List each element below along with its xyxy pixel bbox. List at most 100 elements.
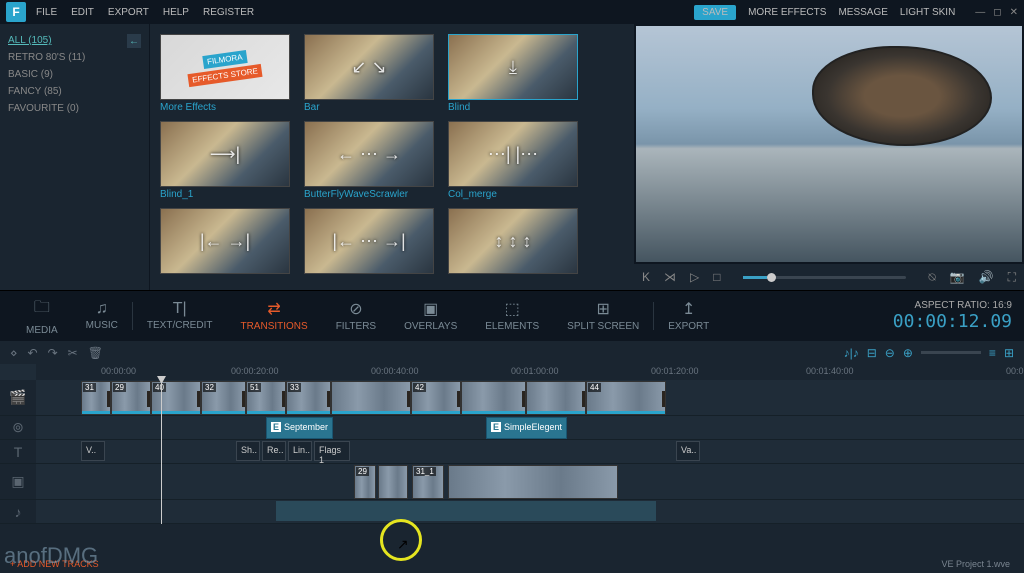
minimize-icon[interactable]: — bbox=[975, 7, 985, 18]
light-skin-link[interactable]: LIGHT SKIN bbox=[900, 7, 955, 18]
transition-thumb[interactable]: ⋯| |⋯Col_merge bbox=[448, 121, 578, 200]
tab-transitions[interactable]: ⇄TRANSITIONS bbox=[226, 299, 321, 332]
video-clip[interactable] bbox=[526, 381, 586, 415]
text-track-icon[interactable]: T bbox=[0, 440, 36, 463]
overlay-clip[interactable] bbox=[448, 465, 618, 499]
transitions-panel: FILMORAEFFECTS STOREMore Effects↙ ↘Bar⤓B… bbox=[150, 24, 634, 290]
zoom-in-icon[interactable]: ⊕ bbox=[903, 346, 913, 360]
overlay-clip[interactable] bbox=[378, 465, 408, 499]
text-clip[interactable]: Va.. bbox=[676, 441, 700, 461]
tab-media[interactable]: 🗀MEDIA bbox=[12, 296, 72, 336]
category-item[interactable]: FANCY (85) bbox=[8, 83, 141, 100]
tab-splitscreen[interactable]: ⊞SPLIT SCREEN bbox=[553, 299, 653, 332]
snapshot-icon[interactable]: 📷 bbox=[950, 270, 965, 284]
project-name: VE Project 1.wve bbox=[941, 559, 1010, 569]
grid-view-icon[interactable]: ⊞ bbox=[1004, 346, 1014, 360]
sidebar-back-icon[interactable]: ← bbox=[127, 34, 141, 48]
volume-icon[interactable]: 🔊 bbox=[979, 270, 994, 284]
audio-clip[interactable] bbox=[276, 501, 656, 521]
video-clip[interactable] bbox=[461, 381, 526, 415]
mic-icon[interactable]: ⍉ bbox=[928, 270, 935, 285]
ruler-tick: 00:00:00 bbox=[101, 366, 136, 376]
ruler-tick: 00:01:00:00 bbox=[511, 366, 559, 376]
video-clip[interactable] bbox=[331, 381, 411, 415]
text-clip[interactable]: Sh.. bbox=[236, 441, 260, 461]
transition-thumb[interactable]: ← ⋯ →ButterFlyWaveScrawler bbox=[304, 121, 434, 200]
transition-thumb[interactable]: ↙ ↘Bar bbox=[304, 34, 434, 113]
stop-icon[interactable]: □ bbox=[713, 270, 720, 284]
tab-elements[interactable]: ⬚ELEMENTS bbox=[471, 299, 553, 332]
cut-icon[interactable]: ✂ bbox=[68, 346, 78, 360]
overlay-clip[interactable]: 29 bbox=[354, 465, 376, 499]
more-effects-link[interactable]: MORE EFFECTS bbox=[748, 7, 826, 18]
category-item[interactable]: BASIC (9) bbox=[8, 66, 141, 83]
video-clip[interactable]: 32 bbox=[201, 381, 246, 415]
skip-start-icon[interactable]: K bbox=[642, 270, 650, 284]
tab-filters[interactable]: ⊘FILTERS bbox=[322, 299, 390, 332]
ruler-tick: 00:00:40:00 bbox=[371, 366, 419, 376]
message-link[interactable]: MESSAGE bbox=[838, 7, 887, 18]
undo-icon[interactable]: ↶ bbox=[28, 346, 38, 360]
zoom-box-icon[interactable]: ⊟ bbox=[867, 346, 877, 360]
maximize-icon[interactable]: ◻ bbox=[993, 7, 1001, 18]
text-clip[interactable]: Flags 1 bbox=[314, 441, 350, 461]
video-clip[interactable]: 33 bbox=[286, 381, 331, 415]
category-sidebar: ← ALL (105)RETRO 80'S (11)BASIC (9)FANCY… bbox=[0, 24, 150, 290]
playhead[interactable] bbox=[161, 380, 162, 524]
cursor-highlight bbox=[380, 519, 422, 561]
app-logo: F bbox=[6, 2, 26, 22]
audio-track-icon[interactable]: ♪ bbox=[0, 500, 36, 523]
tab-textcredit[interactable]: T|TEXT/CREDIT bbox=[133, 300, 227, 331]
audio-tool-icon[interactable]: ♪|♪ bbox=[844, 346, 859, 360]
overlay-clip[interactable]: 31_1 bbox=[412, 465, 444, 499]
main-menu: FILE EDIT EXPORT HELP REGISTER bbox=[36, 7, 694, 18]
tab-export[interactable]: ↥EXPORT bbox=[654, 299, 723, 332]
video-clip[interactable]: 29 bbox=[111, 381, 151, 415]
video-clip[interactable]: 42 bbox=[411, 381, 461, 415]
fullscreen-icon[interactable]: ⛶ bbox=[1008, 270, 1016, 285]
link-tool-icon[interactable]: ⋄ bbox=[10, 346, 18, 360]
save-button[interactable]: SAVE bbox=[694, 5, 736, 20]
text-clip[interactable]: Re.. bbox=[262, 441, 286, 461]
menu-edit[interactable]: EDIT bbox=[71, 7, 94, 18]
tab-music[interactable]: ♫MUSIC bbox=[72, 300, 132, 331]
zoom-slider[interactable] bbox=[921, 351, 981, 354]
zoom-out-icon[interactable]: ⊖ bbox=[885, 346, 895, 360]
transition-thumb[interactable]: ⟶|Blind_1 bbox=[160, 121, 290, 200]
list-view-icon[interactable]: ≡ bbox=[989, 346, 996, 360]
video-track-icon[interactable]: 🎬 bbox=[0, 380, 36, 415]
effects-track-icon[interactable]: ⊚ bbox=[0, 416, 36, 439]
prev-frame-icon[interactable]: ⋊ bbox=[664, 270, 676, 284]
menu-export[interactable]: EXPORT bbox=[108, 7, 149, 18]
transition-thumb[interactable]: ↕ ↕ ↕ bbox=[448, 208, 578, 276]
text-clip[interactable]: V.. bbox=[81, 441, 105, 461]
menu-register[interactable]: REGISTER bbox=[203, 7, 254, 18]
delete-icon[interactable]: 🗑 bbox=[88, 346, 103, 360]
video-clip[interactable]: 51 bbox=[246, 381, 286, 415]
play-icon[interactable]: ▷ bbox=[690, 270, 699, 284]
transition-thumb[interactable]: |← ⋯ →| bbox=[304, 208, 434, 276]
transition-thumb[interactable]: FILMORAEFFECTS STOREMore Effects bbox=[160, 34, 290, 113]
redo-icon[interactable]: ↷ bbox=[48, 346, 58, 360]
timeline-toolbar: ⋄ ↶ ↷ ✂ 🗑 ♪|♪ ⊟ ⊖ ⊕ ≡ ⊞ bbox=[0, 340, 1024, 364]
video-clip[interactable]: 40 bbox=[151, 381, 201, 415]
menu-help[interactable]: HELP bbox=[163, 7, 189, 18]
video-clip[interactable]: 31 bbox=[81, 381, 111, 415]
time-ruler[interactable]: 00:00:0000:00:20:0000:00:40:0000:01:00:0… bbox=[36, 364, 1024, 380]
transition-thumb[interactable]: ⤓Blind bbox=[448, 34, 578, 113]
preview-slider[interactable] bbox=[743, 276, 907, 279]
overlay-track-icon[interactable]: ▣ bbox=[0, 464, 36, 499]
transition-thumb[interactable]: |← →| bbox=[160, 208, 290, 276]
effect-clip[interactable]: September bbox=[266, 417, 333, 439]
category-item[interactable]: ALL (105) bbox=[8, 32, 141, 49]
effect-clip[interactable]: SimpleElegent bbox=[486, 417, 567, 439]
video-clip[interactable]: 44 bbox=[586, 381, 666, 415]
close-icon[interactable]: ✕ bbox=[1010, 7, 1018, 18]
timeline: 00:00:0000:00:20:0000:00:40:0000:01:00:0… bbox=[0, 364, 1024, 524]
category-item[interactable]: FAVOURITE (0) bbox=[8, 100, 141, 117]
aspect-ratio-label: ASPECT RATIO: 16:9 bbox=[893, 300, 1012, 311]
category-item[interactable]: RETRO 80'S (11) bbox=[8, 49, 141, 66]
menu-file[interactable]: FILE bbox=[36, 7, 57, 18]
tab-overlays[interactable]: ▣OVERLAYS bbox=[390, 299, 471, 332]
text-clip[interactable]: Lin.. bbox=[288, 441, 312, 461]
